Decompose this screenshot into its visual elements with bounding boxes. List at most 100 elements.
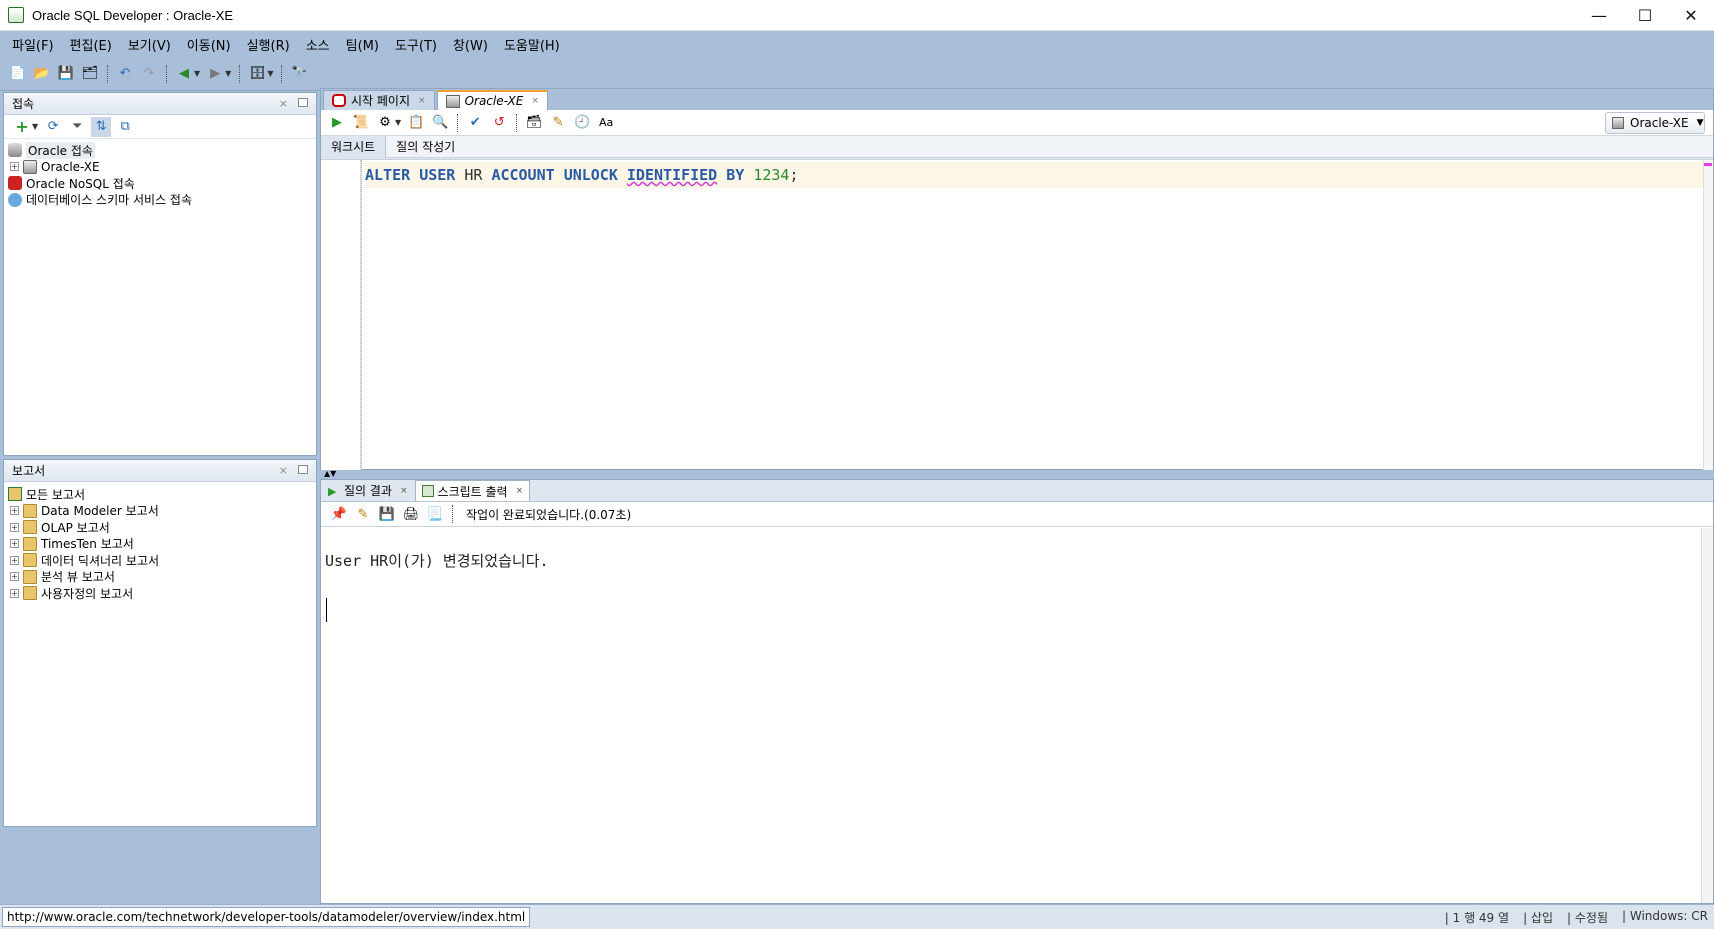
expand-icon[interactable]: + [10, 555, 19, 565]
toolbar-separator [239, 64, 241, 83]
expand-icon[interactable]: + [10, 162, 19, 172]
autotrace-dropdown-icon[interactable]: ▼ [395, 118, 401, 127]
expand-icon[interactable]: + [10, 588, 19, 598]
tree-node-schema-service[interactable]: 데이터베이스 스키마 서비스 접속 [8, 192, 316, 209]
panel-minimize-icon[interactable] [298, 465, 308, 474]
forward-dropdown-icon[interactable]: ▼ [225, 69, 231, 78]
close-button[interactable]: ✕ [1668, 0, 1714, 31]
tree-node-report[interactable]: + TimesTen 보고서 [8, 536, 316, 553]
open-icon[interactable]: 📂 [32, 64, 52, 84]
filter-icon[interactable]: ⏷ [67, 117, 87, 137]
menu-team[interactable]: 팀(M) [338, 35, 387, 54]
pin-icon[interactable]: 📌 [329, 504, 349, 524]
save-icon[interactable]: 💾 [377, 504, 397, 524]
menu-tools[interactable]: 도구(T) [387, 35, 445, 54]
tab-close-icon[interactable]: × [418, 96, 426, 106]
rollback-icon[interactable]: ↺ [489, 113, 509, 133]
menu-source[interactable]: 소스 [298, 35, 338, 54]
menu-file[interactable]: 파일(F) [4, 35, 62, 54]
tree-node-nosql[interactable]: Oracle NoSQL 접속 [8, 175, 316, 192]
tree-node-all-reports[interactable]: 모든 보고서 [8, 486, 316, 503]
explain-plan-icon[interactable]: 📋 [406, 113, 426, 133]
undo-icon[interactable]: ↶ [115, 64, 135, 84]
output-status-message: 작업이 완료되었습니다.(0.07초) [466, 507, 632, 522]
eraser-icon[interactable]: ✎ [353, 504, 373, 524]
connection-props-icon[interactable]: ⧉ [115, 117, 135, 137]
window-title: Oracle SQL Developer : Oracle-XE [32, 7, 234, 23]
menu-help[interactable]: 도움말(H) [496, 35, 568, 54]
tab-script-output[interactable]: 스크립트 출력 × [414, 480, 531, 501]
tab-start-page[interactable]: 시작 페이지 × [323, 90, 435, 110]
editor-splitter[interactable]: ▲▼ [320, 470, 1714, 479]
panel-close-icon[interactable]: × [279, 464, 288, 477]
tree-node-report[interactable]: + 데이터 딕셔너리 보고서 [8, 552, 316, 569]
run-statement-icon[interactable]: ▶ [327, 113, 347, 133]
back-icon[interactable]: ◀ [174, 64, 194, 84]
sql-worksheet-icon[interactable]: 🗄 [247, 64, 267, 84]
menu-navigate[interactable]: 이동(N) [179, 35, 239, 54]
unshared-sql-icon[interactable]: 🗃 [524, 113, 544, 133]
tab-label: 질의 결과 [344, 484, 392, 498]
error-marker[interactable] [1704, 163, 1712, 166]
panel-close-icon[interactable]: × [279, 97, 288, 110]
expand-icon[interactable]: + [10, 539, 19, 549]
add-connection-icon[interactable]: + [12, 117, 32, 137]
sql-keyword: UNLOCK [563, 166, 618, 184]
find-db-object-icon[interactable]: 🔭 [289, 64, 309, 84]
tab-query-result[interactable]: ▶ 질의 결과 × [321, 480, 415, 501]
forward-icon[interactable]: ▶ [205, 64, 225, 84]
menu-run[interactable]: 실행(R) [239, 35, 298, 54]
back-dropdown-icon[interactable]: ▼ [194, 69, 200, 78]
connection-selector[interactable]: Oracle-XE ▼ [1605, 112, 1705, 134]
sql-worksheet-dropdown-icon[interactable]: ▼ [267, 69, 273, 78]
tree-node-oracle-connections[interactable]: Oracle 접속 [8, 141, 316, 159]
tab-close-icon[interactable]: × [400, 486, 408, 496]
menu-window[interactable]: 창(W) [445, 35, 496, 54]
refresh-icon[interactable]: ⟳ [43, 117, 63, 137]
tab-oracle-xe[interactable]: Oracle-XE × [436, 90, 548, 110]
folder-icon [23, 553, 37, 568]
run-script-icon[interactable]: 📜 [351, 113, 371, 133]
sql-tuning-icon[interactable]: 🔍 [430, 113, 450, 133]
connection-icon [23, 159, 37, 174]
tree-node-report[interactable]: + Data Modeler 보고서 [8, 503, 316, 520]
new-icon[interactable]: 📄 [8, 64, 28, 84]
autotrace-icon[interactable]: ⚙ [375, 113, 395, 133]
tree-node-report[interactable]: + 사용자정의 보고서 [8, 585, 316, 602]
print-icon[interactable]: 🖨 [401, 504, 421, 524]
code-line[interactable]: ALTER USER HR ACCOUNT UNLOCK IDENTIFIED … [365, 162, 1703, 188]
format-icon[interactable]: Aa [596, 113, 616, 133]
save-all-icon[interactable]: 🗂 [80, 64, 100, 84]
menu-view[interactable]: 보기(V) [120, 35, 179, 54]
menu-edit[interactable]: 편집(E) [62, 35, 120, 54]
clear-icon[interactable]: ✎ [548, 113, 568, 133]
tree-node-report[interactable]: + OLAP 보고서 [8, 519, 316, 536]
tree-node-report[interactable]: + 분석 뷰 보고서 [8, 569, 316, 586]
redo-icon[interactable]: ↷ [139, 64, 159, 84]
panel-minimize-icon[interactable] [298, 98, 308, 107]
expand-icon[interactable]: + [10, 522, 19, 532]
tab-query-builder[interactable]: 질의 작성기 [386, 136, 465, 158]
schema-browser-icon[interactable]: ⇅ [91, 116, 112, 137]
tab-close-icon[interactable]: × [531, 96, 539, 106]
output-scrollbar[interactable] [1701, 528, 1713, 903]
tree-node-label: 데이터베이스 스키마 서비스 접속 [26, 193, 193, 208]
sql-history-icon[interactable]: 🕘 [572, 113, 592, 133]
tab-worksheet[interactable]: 워크시트 [321, 135, 387, 158]
expand-icon[interactable]: + [10, 572, 19, 582]
tree-node-label: Oracle-XE [41, 159, 100, 174]
cursor-position: | 1 행 49 열 [1444, 911, 1510, 925]
save-icon[interactable]: 💾 [56, 64, 76, 84]
expand-icon[interactable]: + [10, 506, 19, 516]
sql-editor[interactable]: ALTER USER HR ACCOUNT UNLOCK IDENTIFIED … [321, 159, 1713, 470]
tree-node-label: OLAP 보고서 [41, 520, 110, 535]
commit-icon[interactable]: ✔ [465, 113, 485, 133]
tree-node-oracle-xe[interactable]: + Oracle-XE [8, 159, 316, 176]
editor-scrollbar[interactable] [1703, 160, 1713, 470]
maximize-button[interactable]: ☐ [1622, 0, 1668, 31]
sql-keyword: BY [726, 166, 745, 184]
add-connection-dropdown-icon[interactable]: ▼ [32, 122, 38, 131]
tab-close-icon[interactable]: × [516, 486, 524, 496]
minimize-button[interactable]: — [1576, 0, 1622, 31]
output-script-icon[interactable]: 📃 [425, 504, 445, 524]
